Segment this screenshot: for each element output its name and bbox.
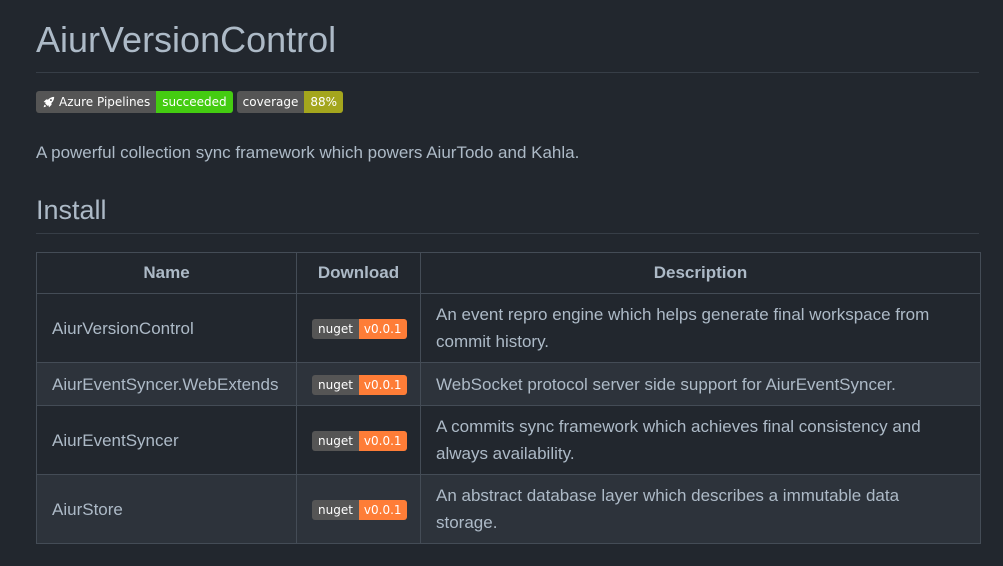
badge-row: Azure Pipelines succeeded coverage 88% [36,91,344,113]
project-description: A powerful collection sync framework whi… [36,143,580,162]
download-cell: nuget v0.0.1 [296,405,421,475]
table-row: AiurVersionControl nuget v0.0.1 An event… [36,293,981,363]
download-cell: nuget v0.0.1 [296,362,421,406]
package-description: An event repro engine which helps genera… [420,293,981,363]
package-description: WebSocket protocol server side support f… [420,362,981,406]
table-row: AiurStore nuget v0.0.1 An abstract datab… [36,474,981,544]
nuget-badge[interactable]: nuget v0.0.1 [312,431,407,452]
nuget-badge[interactable]: nuget v0.0.1 [312,319,407,340]
nuget-badge[interactable]: nuget v0.0.1 [312,500,407,521]
coverage-badge-label: coverage [236,91,305,113]
download-cell: nuget v0.0.1 [296,293,421,363]
package-description: An abstract database layer which describ… [420,474,981,544]
azure-pipelines-badge-label: Azure Pipelines [59,95,151,109]
nuget-badge-version: v0.0.1 [358,500,407,521]
title-divider [36,72,979,73]
nuget-badge-version: v0.0.1 [358,319,407,340]
coverage-badge[interactable]: coverage 88% [236,91,344,113]
package-name: AiurEventSyncer.WebExtends [36,362,297,406]
column-header-name: Name [36,252,297,294]
rocket-icon [42,96,55,109]
azure-pipelines-badge[interactable]: Azure Pipelines succeeded [36,91,233,113]
coverage-badge-value: 88% [304,91,344,113]
table-row: AiurEventSyncer nuget v0.0.1 A commits s… [36,405,981,475]
nuget-badge-label: nuget [312,431,359,452]
install-divider [36,233,979,234]
nuget-badge-version: v0.0.1 [358,431,407,452]
nuget-badge-label: nuget [312,319,359,340]
azure-pipelines-badge-status: succeeded [156,91,233,113]
table-header-row: Name Download Description [36,252,981,294]
package-name: AiurEventSyncer [36,405,297,475]
package-name: AiurStore [36,474,297,544]
nuget-badge-label: nuget [312,375,359,396]
package-description: A commits sync framework which achieves … [420,405,981,475]
table-row: AiurEventSyncer.WebExtends nuget v0.0.1 … [36,362,981,406]
nuget-badge-version: v0.0.1 [358,375,407,396]
nuget-badge-label: nuget [312,500,359,521]
nuget-badge[interactable]: nuget v0.0.1 [312,375,407,396]
packages-table: Name Download Description AiurVersionCon… [36,252,981,544]
download-cell: nuget v0.0.1 [296,474,421,544]
page-title: AiurVersionControl [36,19,337,60]
install-heading: Install [36,195,107,225]
azure-pipelines-badge-label-segment: Azure Pipelines [36,91,157,113]
column-header-download: Download [296,252,421,294]
column-header-description: Description [420,252,981,294]
package-name: AiurVersionControl [36,293,297,363]
